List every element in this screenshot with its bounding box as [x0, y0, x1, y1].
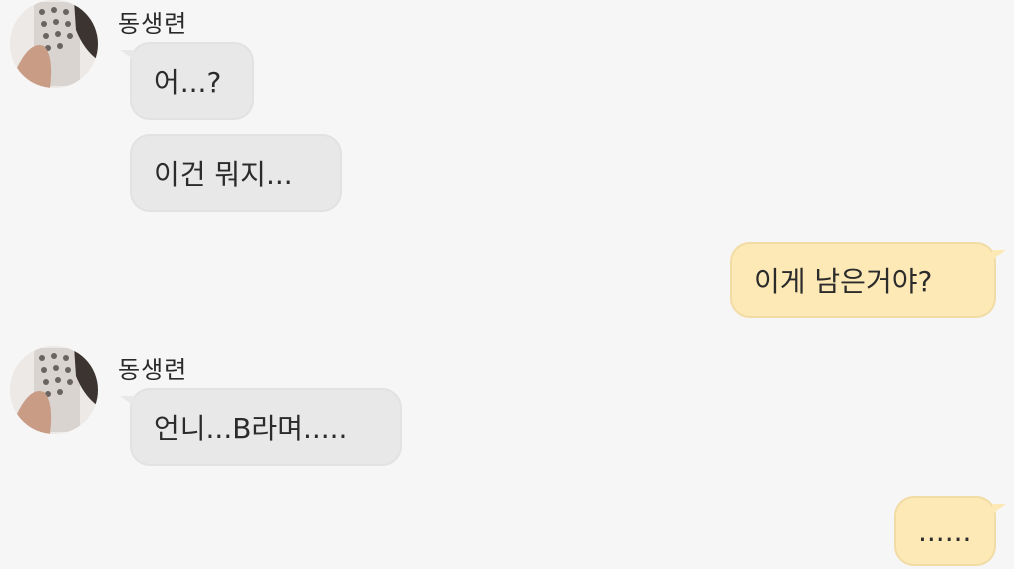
- avatar-image: [10, 346, 98, 434]
- message-bubble[interactable]: 이건 뭐지...: [130, 134, 342, 212]
- message-text: 이게 남은거야?: [754, 265, 933, 298]
- avatar[interactable]: [10, 346, 98, 434]
- message-bubble[interactable]: 언니...B라며.....: [120, 388, 402, 466]
- sender-name: 동생련: [118, 356, 188, 384]
- message-bubble[interactable]: 이게 남은거야?: [730, 242, 1006, 318]
- message-bubble[interactable]: 어...?: [120, 42, 254, 120]
- message-text: 이건 뭐지...: [154, 158, 293, 191]
- message-bubble[interactable]: ......: [894, 496, 1006, 566]
- message-text: ......: [918, 514, 972, 548]
- chat-view: 동생련 어...? 이건 뭐지... 이게 남은거야? 동생련 언니...B라며…: [0, 0, 1014, 569]
- sender-name: 동생련: [118, 10, 188, 38]
- avatar[interactable]: [10, 0, 98, 88]
- message-text: 언니...B라며.....: [154, 412, 348, 445]
- avatar-image: [10, 0, 98, 88]
- message-text: 어...?: [154, 66, 222, 99]
